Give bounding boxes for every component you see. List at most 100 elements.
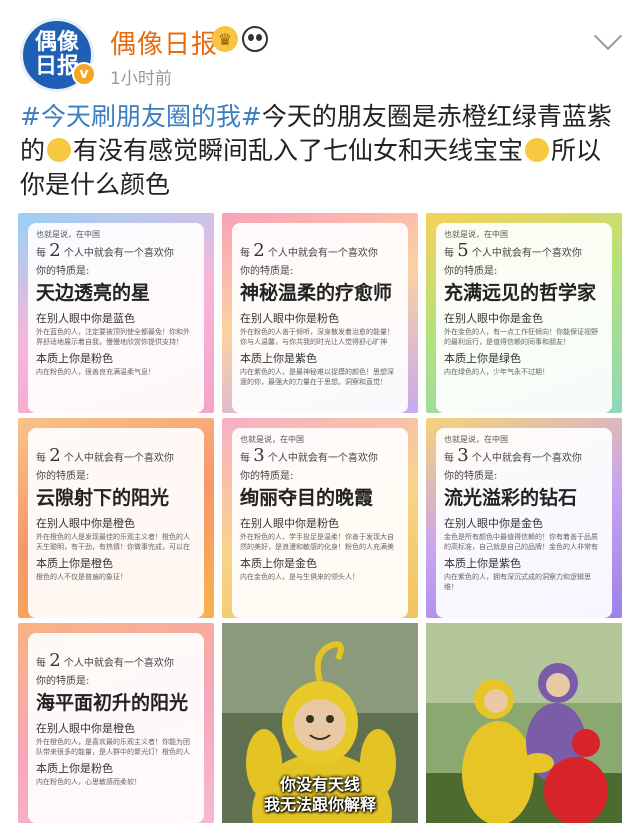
color-card-1[interactable]: 也就是说，在中国 每 2 个人中就会有一个喜欢你 你的特质是: 天边透亮的星 在… [18,213,214,413]
image-grid: 也就是说，在中国 每 2 个人中就会有一个喜欢你 你的特质是: 天边透亮的星 在… [18,213,622,825]
post-time: 1小时前 [110,69,172,89]
card-others-see: 在别人眼中你是蓝色 [36,312,135,325]
card-title: 天边透亮的星 [36,282,151,304]
card-panel: 也就是说，在中国 每 2 个人中就会有一个喜欢你 你的特质是: 天边透亮的星 在… [28,223,204,413]
doge-emoji-icon [525,138,550,162]
card-others-desc: 金色是所有颜色中最值得信赖的！你有着善于品质的高标准，自己就是自己的品牌！金色的… [444,533,598,551]
card-essence-desc: 内在金色的人，是与生俱来的领头人！ [240,573,359,581]
verified-badge-icon: v [72,62,96,86]
card-count-num: 3 [253,446,265,466]
card-essence-desc: 内在绿色的人，少年气永不过期！ [444,368,549,376]
card-top-note [36,434,196,446]
card-count: 每 3 个人中就会有一个喜欢你 [444,446,604,468]
color-card-5[interactable]: 也就是说，在中国 每 3 个人中就会有一个喜欢你 你的特质是: 绚丽夺目的晚霞 … [222,418,418,618]
hashtag-link[interactable]: #今天刷朋友圈的我# [20,102,262,131]
card-panel: 每 2 个人中就会有一个喜欢你 你的特质是: 云隙射下的阳光 在别人眼中你是橙色… [28,428,204,618]
card-essence-desc: 橙色的人不仅是普遍的象征！ [36,573,127,581]
card-panel: 每 2 个人中就会有一个喜欢你 你的特质是: 海平面初升的阳光 在别人眼中你是橙… [28,633,204,823]
crown-badge-icon[interactable]: ♛ [212,26,238,52]
card-essence: 本质上你是橙色 [36,557,113,570]
card-count-post: 个人中就会有一个喜欢你 [471,248,582,259]
meme-caption-line1: 你没有天线 [279,775,360,794]
card-essence-desc: 内在紫色的人，是最神秘难以捉摸的颜色！思想深邃的你，最强大的力量在于思想。洞察和… [240,368,394,386]
card-count-post: 个人中就会有一个喜欢你 [63,248,174,259]
post-text: #今天刷朋友圈的我#今天的朋友圈是赤橙红绿青蓝紫的 有没有感觉瞬间乱入了七仙女和天… [20,100,625,202]
card-top-note: 也就是说，在中国 [36,230,100,239]
card-essence-desc: 内在紫色的人，拥有深沉式成的洞察力和逻辑思维！ [444,573,591,591]
card-top-note: 也就是说，在中国 [240,435,304,444]
card-count-num: 2 [49,446,61,466]
card-count-post: 个人中就会有一个喜欢你 [63,453,174,464]
card-others-desc: 外在蓝色的人，注定要被顶列使全都最免！你和外界舒适地展示着自我，慢慢地欣赏你提供… [36,328,190,346]
color-card-6[interactable]: 也就是说，在中国 每 3 个人中就会有一个喜欢你 你的特质是: 流光溢彩的钻石 … [426,418,622,618]
card-trait-label: 你的特质是: [444,266,498,277]
card-others-desc: 外在橙色的人是发现最佳的乐观主义者！橙色的人天生聪明，有干劲，有热情！你做事完成… [36,533,190,551]
card-count-pre: 每 [36,658,46,669]
card-count-post: 个人中就会有一个喜欢你 [471,453,582,464]
card-essence: 本质上你是金色 [240,557,317,570]
card-others-see: 在别人眼中你是金色 [444,517,543,530]
card-others-see: 在别人眼中你是橙色 [36,517,135,530]
card-count: 每 2 个人中就会有一个喜欢你 [240,241,400,263]
meme-image-laa-laa[interactable]: 你没有天线 我无法跟你解释 [222,623,418,823]
card-essence: 本质上你是绿色 [444,352,521,365]
post-header: 偶像 日报 v 偶像日报 ♛ 1小时前 [0,0,640,95]
card-count-num: 2 [49,651,61,671]
card-count: 每 2 个人中就会有一个喜欢你 [36,651,196,673]
card-top-note: 也就是说，在中国 [444,230,508,239]
card-count-num: 2 [49,241,61,261]
card-essence: 本质上你是紫色 [240,352,317,365]
card-count: 每 3 个人中就会有一个喜欢你 [240,446,400,468]
username[interactable]: 偶像日报 [110,24,218,61]
meme-scene-2 [426,623,622,823]
card-others-see: 在别人眼中你是粉色 [240,312,339,325]
panda-badge-icon[interactable] [242,26,268,52]
meme-image-hug[interactable] [426,623,622,823]
card-essence: 本质上你是紫色 [444,557,521,570]
card-count-pre: 每 [444,453,454,464]
laughing-emoji-icon [47,138,72,162]
card-trait-label: 你的特质是: [36,676,90,687]
card-count-num: 3 [457,446,469,466]
card-count: 每 5 个人中就会有一个喜欢你 [444,241,604,263]
card-count: 每 2 个人中就会有一个喜欢你 [36,446,196,468]
card-count-post: 个人中就会有一个喜欢你 [63,658,174,669]
card-trait-label: 你的特质是: [36,471,90,482]
card-count-pre: 每 [36,453,46,464]
card-trait-label: 你的特质是: [36,266,90,277]
color-card-2[interactable]: 每 2 个人中就会有一个喜欢你 你的特质是: 神秘温柔的疗愈师 在别人眼中你是粉… [222,213,418,413]
color-card-3[interactable]: 也就是说，在中国 每 5 个人中就会有一个喜欢你 你的特质是: 充满远见的哲学家… [426,213,622,413]
card-trait-label: 你的特质是: [240,471,294,482]
avatar-text-line1: 偶像 [34,30,79,55]
color-card-7[interactable]: 每 2 个人中就会有一个喜欢你 你的特质是: 海平面初升的阳光 在别人眼中你是橙… [18,623,214,823]
card-trait-label: 你的特质是: [240,266,294,277]
card-title: 绚丽夺目的晚霞 [240,487,374,509]
card-panel: 也就是说，在中国 每 5 个人中就会有一个喜欢你 你的特质是: 充满远见的哲学家… [436,223,612,413]
card-title: 海平面初升的阳光 [36,692,189,714]
card-count-pre: 每 [36,248,46,259]
card-title: 云隙射下的阳光 [36,487,170,509]
card-count-pre: 每 [240,453,250,464]
card-title: 神秘温柔的疗愈师 [240,282,393,304]
card-count-pre: 每 [240,248,250,259]
card-count-pre: 每 [444,248,454,259]
card-others-desc: 外在粉色的人善于倾听，深身散发着治愈的能量！你与人温馨，与你共我的时光让人觉得舒… [240,328,394,346]
card-count-post: 个人中就会有一个喜欢你 [267,453,378,464]
card-count: 每 2 个人中就会有一个喜欢你 [36,241,196,263]
card-top-note [240,229,400,241]
card-others-desc: 外在橙色的人，是喜欢最的乐观主义者！你能为团队带来很多的能量，是人群中的聚光灯！… [36,738,190,756]
card-trait-label: 你的特质是: [444,471,498,482]
color-card-4[interactable]: 每 2 个人中就会有一个喜欢你 你的特质是: 云隙射下的阳光 在别人眼中你是橙色… [18,418,214,618]
card-count-post: 个人中就会有一个喜欢你 [267,248,378,259]
card-essence: 本质上你是粉色 [36,352,113,365]
card-essence-desc: 内在粉色的人，很善良充满温柔气息！ [36,368,155,376]
card-others-see: 在别人眼中你是金色 [444,312,543,325]
card-essence-desc: 内在粉色的人，心思敏感而柔软！ [36,778,141,786]
card-others-see: 在别人眼中你是橙色 [36,722,135,735]
card-panel: 每 2 个人中就会有一个喜欢你 你的特质是: 神秘温柔的疗愈师 在别人眼中你是粉… [232,223,408,413]
card-count-num: 2 [253,241,265,261]
card-panel: 也就是说，在中国 每 3 个人中就会有一个喜欢你 你的特质是: 流光溢彩的钻石 … [436,428,612,618]
chevron-down-icon[interactable] [593,21,623,51]
post-text-part2: 有没有感觉瞬间乱入了七仙女和天线宝宝 [73,136,524,165]
card-top-note [36,639,196,651]
